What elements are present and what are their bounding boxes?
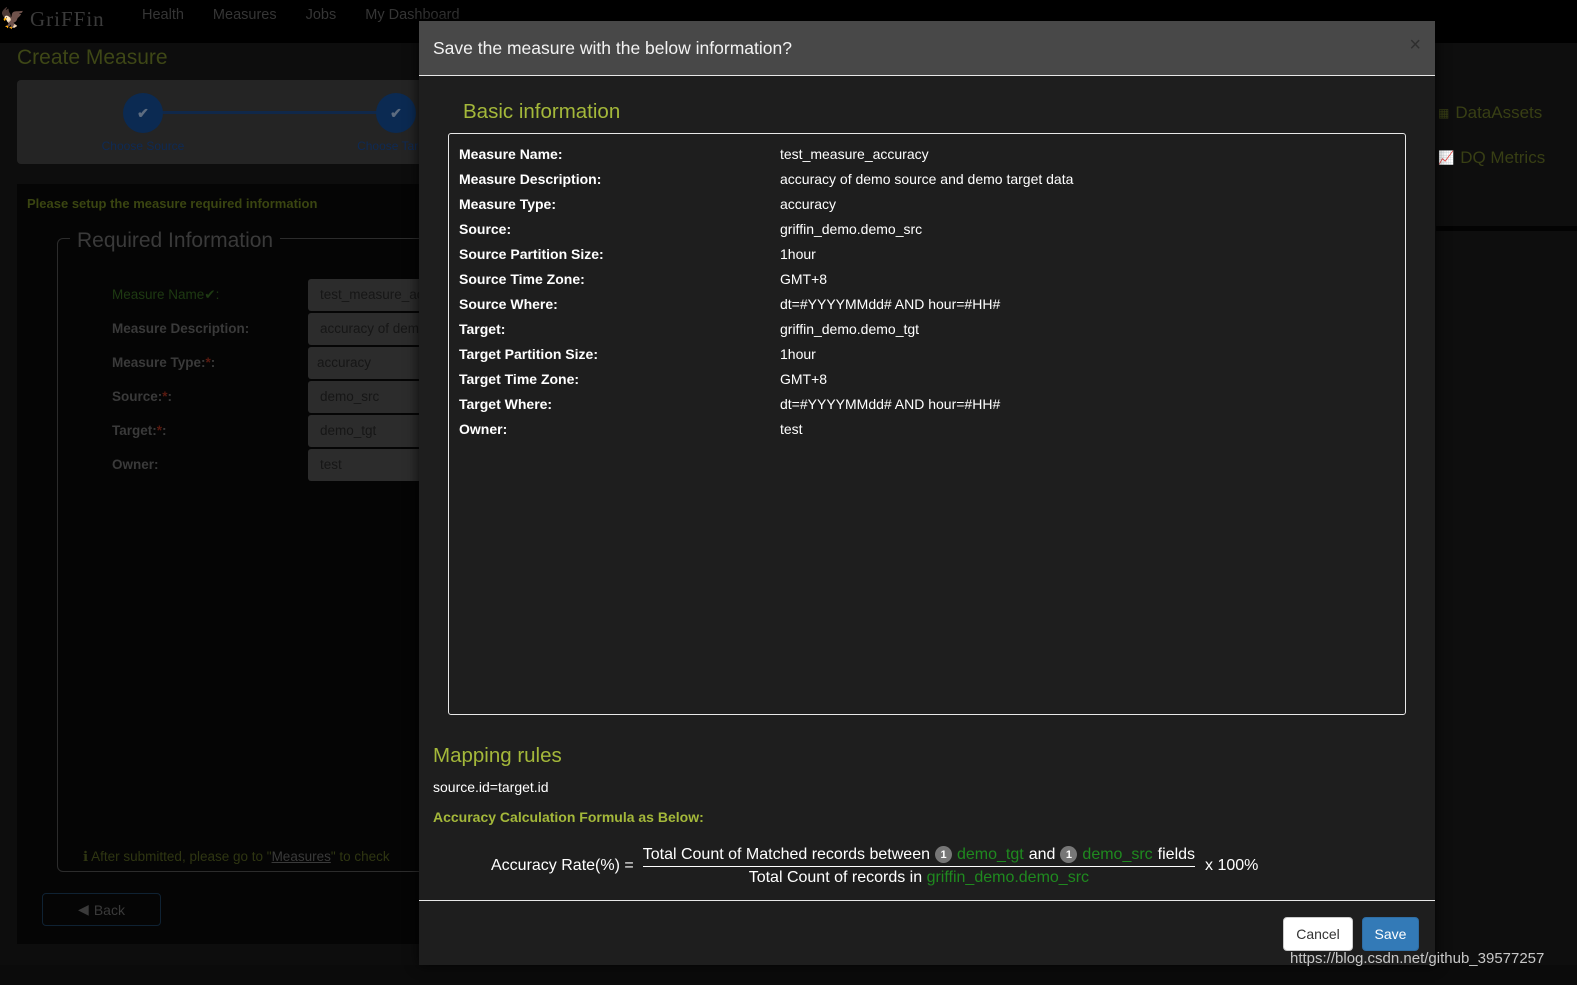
check-icon: ✔ [376,93,416,133]
setup-note: Please setup the measure required inform… [27,196,318,211]
owner-label: Owner: [112,457,159,472]
measures-link[interactable]: Measures [272,849,331,864]
modal-footer-divider [419,900,1435,901]
count-badge: 1 [1060,846,1078,863]
info-row: Measure Description: accuracy of demo sou… [459,171,1074,187]
formula-fraction: Total Count of Matched records between 1… [642,845,1196,887]
check-icon: ✔ [123,93,163,133]
arrow-circle-left-icon: ◀ [78,901,89,917]
sidebar-item-dq-metrics[interactable]: 📈 DQ Metrics [1438,148,1545,168]
measure-type-label: Measure Type:*: [112,355,216,370]
page-title: Create Measure [17,46,168,69]
back-button[interactable]: ◀ Back [42,893,161,926]
sidebar-divider [1436,226,1577,231]
basic-information-box: Measure Name: test_measure_accuracy Measu… [448,133,1406,715]
formula-title: Accuracy Calculation Formula as Below: [433,809,704,825]
info-row: Source Partition Size: 1hour [459,246,816,262]
info-row: Owner: test [459,421,803,437]
info-row: Measure Name: test_measure_accuracy [459,146,929,162]
modal-header: Save the measure with the below informat… [419,21,1435,76]
save-measure-modal: Save the measure with the below informat… [419,21,1435,965]
formula-rhs: x 100% [1205,857,1259,874]
page-footer-band [0,965,1577,985]
save-button[interactable]: Save [1362,917,1419,951]
info-row: Target Where: dt=#YYYYMMdd# AND hour=#HH# [459,396,1001,412]
count-badge: 1 [935,846,952,863]
info-row: Measure Type: accuracy [459,196,837,212]
accuracy-formula: Accuracy Rate(%) = Total Count of Matche… [491,844,1258,888]
logo-text: GriFFin [30,6,105,31]
target-label: Target:*: [112,423,167,438]
watermark-url: https://blog.csdn.net/github_39577257 [1290,950,1545,967]
griffin-logo-icon: 🦅 [0,8,25,30]
sidebar-item-dataassets[interactable]: ▦ DataAssets [1438,103,1542,123]
modal-title: Save the measure with the below informat… [433,38,792,58]
after-submit-note: ℹ After submitted, please go to "Measure… [83,849,390,864]
cancel-button[interactable]: Cancel [1283,917,1353,951]
table-icon: ▦ [1438,106,1450,120]
info-row: Source: griffin_demo.demo_src [459,221,923,237]
measure-name-label: Measure Name✔: [112,287,220,302]
right-sidebar [1436,43,1577,983]
target-name: demo_tgt [957,845,1024,863]
measure-description-label: Measure Description: [112,321,250,336]
close-icon[interactable]: × [1409,35,1421,55]
line-chart-icon: 📈 [1438,150,1455,165]
basic-information-title: Basic information [463,100,621,123]
source-name: demo_src [1082,845,1153,863]
info-row: Source Time Zone: GMT+8 [459,271,828,287]
source-table-name: griffin_demo.demo_src [926,868,1090,886]
info-circle-icon: ℹ [83,849,89,864]
formula-denominator: Total Count of records in griffin_demo.d… [748,868,1090,886]
info-row: Target: griffin_demo.demo_tgt [459,321,920,337]
form-row-owner: Owner: test [112,449,448,489]
nav-link-measures[interactable]: Measures [213,6,277,24]
formula-numerator: Total Count of Matched records between 1… [642,845,1196,867]
nav-link-jobs[interactable]: Jobs [306,6,337,24]
info-row: Target Partition Size: 1hour [459,346,816,362]
griffin-logo[interactable]: 🦅 GriFFin [0,5,105,33]
formula-lhs: Accuracy Rate(%) = [491,857,634,874]
fieldset-legend: Required Information [70,229,281,253]
info-row: Source Where: dt=#YYYYMMdd# AND hour=#HH# [459,296,1001,312]
step-label: Choose Source [101,139,185,153]
step-choose-source[interactable]: ✔ Choose Source [83,93,203,153]
mapping-rules-title: Mapping rules [433,744,562,767]
info-row: Target Time Zone: GMT+8 [459,371,828,387]
valid-check-icon: ✔: [204,287,220,302]
nav-link-health[interactable]: Health [142,6,184,24]
source-label: Source:*: [112,389,173,404]
nav-links: Health Measures Jobs My Dashboard [142,6,460,24]
mapping-rule: source.id=target.id [433,779,549,795]
